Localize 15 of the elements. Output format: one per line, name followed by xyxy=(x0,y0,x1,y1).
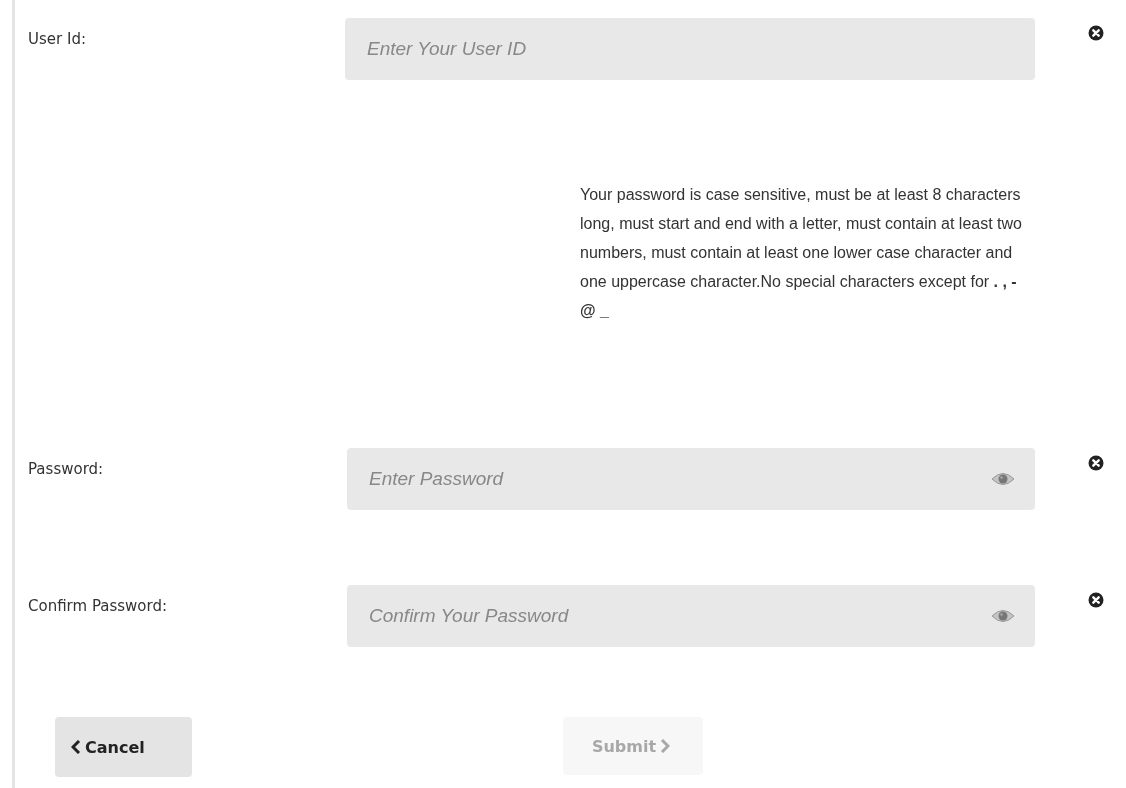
field-label: Confirm Password: xyxy=(27,597,168,615)
clear-icon[interactable] xyxy=(1088,455,1104,471)
password-field[interactable]: Confirm Your Password xyxy=(347,585,1035,647)
cancel-button[interactable]: Cancel xyxy=(55,717,192,777)
eye-icon[interactable] xyxy=(991,609,1015,623)
clear-icon[interactable] xyxy=(1088,592,1104,608)
field-label: User Id: xyxy=(27,30,87,48)
chevron-left-icon xyxy=(71,740,81,754)
password-field[interactable]: Enter Password xyxy=(347,448,1035,510)
password-rules-text: Your password is case sensitive, must be at least 8 characters long, must start and end with a letter, must contain at least two numbers, must contain at least one lower case character and one uppercase character.No special characters except for . , - @ _ xyxy=(580,185,1023,321)
input-field[interactable]: Enter Your User ID xyxy=(345,18,1035,80)
chevron-right-icon xyxy=(660,739,671,753)
eye-icon[interactable] xyxy=(991,472,1015,486)
field-label: Password: xyxy=(27,460,105,478)
clear-icon[interactable] xyxy=(1088,25,1104,41)
